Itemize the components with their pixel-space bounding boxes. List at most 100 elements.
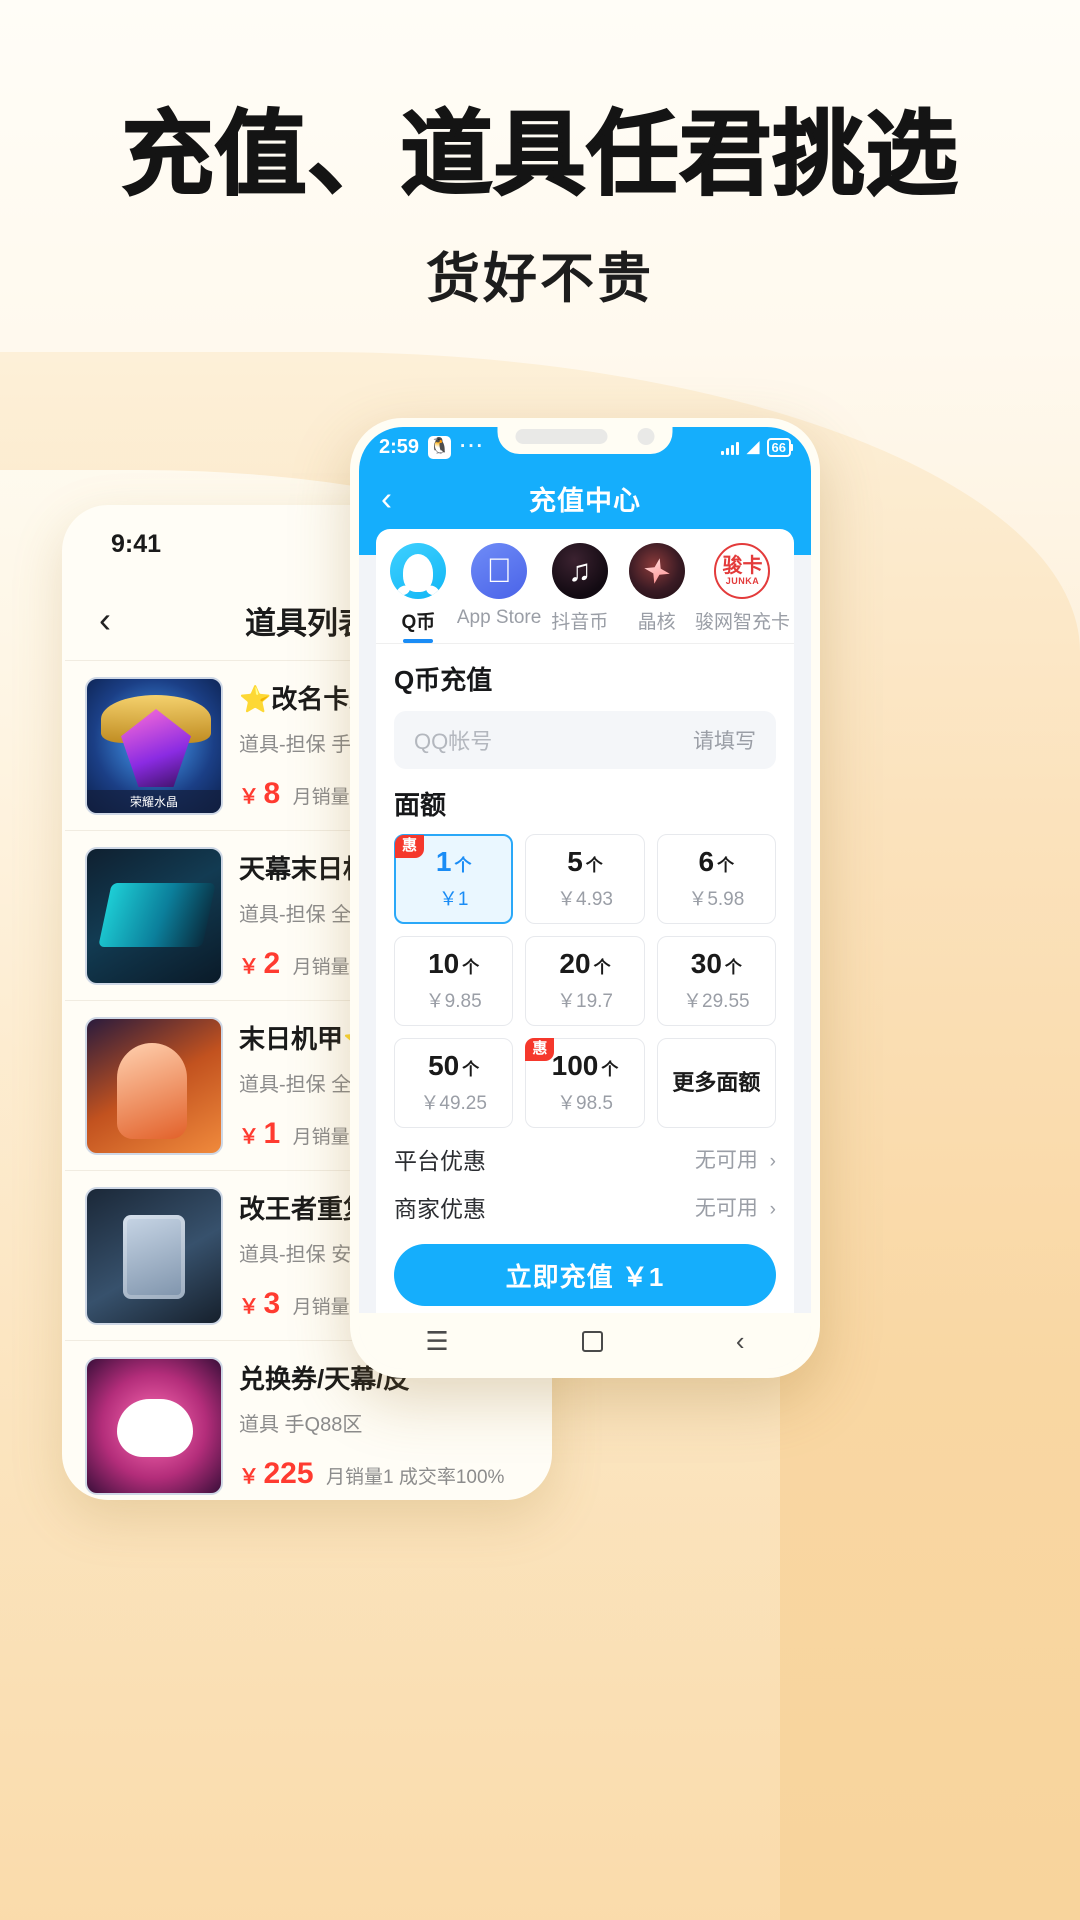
denomination-option[interactable]: 50 个 ￥49.25 — [394, 1038, 514, 1128]
item-thumbnail — [85, 1017, 223, 1155]
tab-junka[interactable]: 骏卡 JUNKA 骏网智充卡 — [695, 543, 790, 643]
recharge-now-button[interactable]: 立即充值 ￥1 — [394, 1244, 776, 1306]
denomination-option[interactable]: 20 个 ￥19.7 — [525, 936, 645, 1026]
denomination-option[interactable]: 10 个 ￥9.85 — [394, 936, 514, 1026]
camera-dot — [637, 427, 655, 445]
denomination-unit: 个 — [593, 957, 611, 977]
item-currency: ￥ — [239, 786, 259, 808]
payment-method-tabs: Q币  App Store ♫ 抖音币 晶核 — [376, 529, 794, 644]
apple-icon:  — [471, 543, 528, 599]
item-currency: ￥ — [239, 1466, 259, 1488]
merchant-discount-label: 商家优惠 — [394, 1196, 486, 1222]
merchant-discount-row[interactable]: 商家优惠 无可用 › — [376, 1176, 794, 1224]
denomination-price: ￥5.98 — [688, 888, 745, 910]
home-icon[interactable] — [581, 1330, 603, 1352]
discount-badge: 惠 — [395, 835, 425, 858]
item-thumbnail — [85, 847, 223, 985]
back-arrow-icon[interactable]: ‹ — [99, 602, 111, 638]
front-phone-mockup: 2:59 🐧 ··· ◢ 66 ‹ 充值中心 Q币 App Store ♫ 抖音… — [350, 418, 820, 1378]
denomination-option[interactable]: 30 个 ￥29.55 — [656, 936, 776, 1026]
item-thumb-caption: 荣耀水晶 — [87, 790, 221, 813]
qq-account-input[interactable]: QQ帐号 请填写 — [394, 711, 776, 769]
item-price: 3 — [263, 1287, 281, 1320]
qq-notification-icon: 🐧 — [428, 435, 452, 459]
jinghe-icon — [628, 543, 685, 599]
denomination-amount: 10 — [428, 947, 460, 979]
more-denominations-button[interactable]: 更多面额 — [656, 1038, 776, 1128]
item-thumbnail — [85, 1357, 223, 1495]
tab-qcoin[interactable]: Q币 — [380, 543, 457, 643]
promo-subheadline: 货好不贵 — [426, 247, 654, 311]
tab-label: 晶核 — [637, 612, 676, 633]
recharge-card: Q币  App Store ♫ 抖音币 晶核 — [376, 529, 794, 1313]
denomination-price: ￥49.25 — [420, 1092, 487, 1114]
qq-icon — [390, 543, 447, 599]
item-currency: ￥ — [239, 1126, 259, 1148]
tab-label: 骏网智充卡 — [694, 612, 790, 633]
denomination-option[interactable]: 惠 1个 ￥1 — [394, 834, 514, 924]
more-denominations-label: 更多面额 — [672, 1070, 761, 1095]
back-phone-time: 9:41 — [111, 529, 162, 558]
item-subtitle: 道具 手Q88区 — [239, 1414, 363, 1436]
item-sales: 月销量1 成交率100% — [325, 1467, 505, 1488]
denomination-option[interactable]: 5个 ￥4.93 — [525, 834, 645, 924]
promo-headline: 充值、道具任君挑选 — [120, 101, 959, 208]
denomination-unit: 个 — [601, 1059, 619, 1079]
denomination-amount: 6 — [698, 845, 715, 877]
denomination-unit: 个 — [462, 957, 480, 977]
denomination-unit: 个 — [585, 855, 603, 875]
item-price: 225 — [263, 1457, 314, 1490]
tab-app-store[interactable]:  App Store — [456, 543, 542, 643]
battery-icon: 66 — [766, 437, 794, 457]
denomination-title: 面额 — [394, 790, 447, 820]
menu-icon[interactable]: ☰ — [426, 1326, 449, 1357]
chevron-right-icon: › — [769, 1199, 776, 1220]
promo-header: 充值、道具任君挑选 货好不贵 — [0, 0, 1080, 313]
tab-label: 抖音币 — [551, 612, 609, 633]
scroll-container[interactable]: Q币  App Store ♫ 抖音币 晶核 — [359, 529, 811, 1313]
platform-discount-label: 平台优惠 — [394, 1148, 486, 1174]
denomination-amount: 5 — [567, 845, 583, 877]
tiktok-icon: ♫ — [551, 543, 608, 599]
signal-icon — [721, 440, 740, 455]
item-currency: ￥ — [239, 956, 259, 978]
denomination-amount: 100 — [551, 1049, 599, 1081]
platform-discount-row[interactable]: 平台优惠 无可用 › — [376, 1128, 794, 1176]
qq-account-placeholder: QQ帐号 — [414, 729, 493, 754]
tab-douyin-coin[interactable]: ♫ 抖音币 — [541, 543, 618, 643]
tab-label: Q币 — [401, 612, 436, 633]
tab-jinghe[interactable]: 晶核 — [618, 543, 695, 643]
phone-screen: 2:59 🐧 ··· ◢ 66 ‹ 充值中心 Q币 App Store ♫ 抖音… — [359, 427, 811, 1369]
system-navbar: ☰ ‹ — [359, 1313, 811, 1369]
page-body: Q币  App Store ♫ 抖音币 晶核 — [359, 529, 811, 1313]
denomination-unit: 个 — [724, 957, 742, 977]
denomination-price: ￥19.7 — [557, 990, 613, 1012]
denomination-price: ￥9.85 — [425, 990, 482, 1012]
item-currency: ￥ — [239, 1296, 259, 1318]
back-arrow-icon[interactable]: ‹ — [381, 482, 392, 515]
status-bar: 2:59 🐧 ··· ◢ 66 — [359, 427, 811, 467]
item-price: 2 — [263, 947, 281, 980]
denomination-price: ￥4.93 — [557, 888, 613, 910]
denomination-option[interactable]: 6个 ￥5.98 — [656, 834, 776, 924]
denomination-price: ￥1 — [438, 888, 469, 910]
denomination-option[interactable]: 惠 100 个 ￥98.5 — [525, 1038, 645, 1128]
speaker-pill — [515, 428, 608, 444]
discount-badge: 惠 — [525, 1038, 555, 1061]
back-icon[interactable]: ‹ — [736, 1326, 745, 1357]
denomination-unit: 个 — [462, 1059, 480, 1079]
denomination-amount: 50 — [428, 1049, 460, 1081]
chevron-right-icon: › — [769, 1151, 776, 1172]
item-thumbnail: 荣耀水晶 — [85, 677, 223, 815]
section-title: Q币充值 — [394, 665, 493, 695]
denomination-price: ￥98.5 — [557, 1092, 613, 1114]
tab-label: App Store — [456, 607, 542, 628]
item-price: 1 — [263, 1117, 281, 1150]
denomination-amount: 20 — [559, 947, 591, 979]
denomination-unit: 个 — [717, 855, 735, 875]
more-dots-icon: ··· — [460, 436, 486, 457]
notch-island — [497, 427, 673, 454]
page-title: 充值中心 — [529, 485, 641, 516]
merchant-discount-value: 无可用 — [694, 1197, 758, 1220]
app-navbar: ‹ 充值中心 — [359, 467, 811, 529]
